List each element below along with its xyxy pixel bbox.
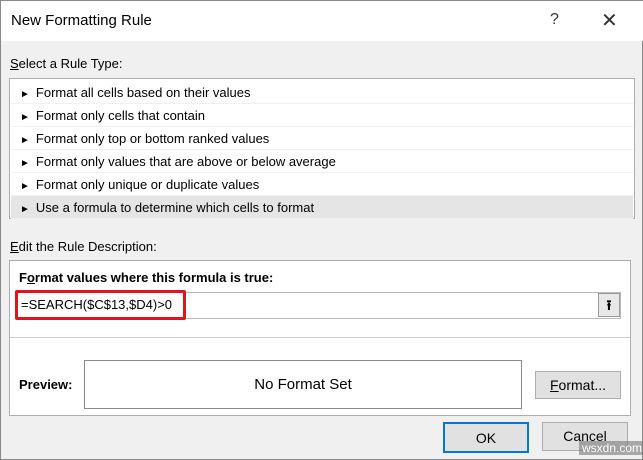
edit-description-label: Edit the Rule Description: (10, 239, 157, 254)
rule-type-item[interactable]: ► Format only unique or duplicate values (11, 173, 633, 196)
rule-type-item-label: Format all cells based on their values (35, 85, 251, 100)
help-icon[interactable]: ? (550, 11, 559, 29)
rule-type-item-label: Format only values that are above or bel… (35, 154, 336, 169)
formula-label: Format values where this formula is true… (19, 270, 273, 285)
rule-type-label-text: elect a Rule Type: (18, 56, 123, 71)
arrow-icon: ► (20, 181, 30, 192)
divider (10, 337, 630, 338)
rule-type-item-label: Format only top or bottom ranked values (35, 131, 270, 146)
preview-box: No Format Set (84, 360, 522, 409)
rule-type-item-label: Format only unique or duplicate values (35, 177, 260, 192)
formula-label-text: rmat values where this formula is true: (34, 270, 274, 285)
formula-label-accel: o (26, 270, 35, 285)
rule-type-item[interactable]: ► Use a formula to determine which cells … (11, 196, 633, 219)
arrow-icon: ► (20, 204, 30, 215)
rule-type-item[interactable]: ► Format all cells based on their values (11, 81, 633, 104)
rule-type-item[interactable]: ► Format only cells that contain (11, 104, 633, 127)
rule-type-list[interactable]: ► Format all cells based on their values ►… (9, 78, 635, 219)
close-icon[interactable]: ✕ (601, 8, 618, 33)
rule-type-label: Select a Rule Type: (10, 56, 123, 71)
watermark: wsxdn.com (579, 441, 643, 455)
arrow-icon: ► (20, 158, 30, 169)
arrow-icon: ► (20, 135, 30, 146)
highlight-box (15, 290, 186, 320)
ok-button[interactable]: OK (443, 422, 529, 453)
rule-type-label-accel: S (10, 56, 19, 71)
rule-type-item-label: Format only cells that contain (35, 108, 205, 123)
preview-label: Preview: (19, 377, 73, 392)
rule-type-item[interactable]: ► Format only top or bottom ranked values (11, 127, 633, 150)
arrow-icon: ► (20, 112, 30, 123)
arrow-icon: ► (20, 89, 30, 100)
rule-type-item[interactable]: ► Format only values that are above or be… (11, 150, 633, 173)
format-accel: F (549, 377, 559, 393)
rule-type-item-label: Use a formula to determine which cells t… (35, 200, 315, 215)
edit-label-accel: E (10, 239, 19, 254)
format-label: ormat... (558, 377, 607, 393)
formula-label-a: F (19, 270, 27, 285)
format-button[interactable]: Format... (535, 371, 621, 399)
dialog-title: New Formatting Rule (11, 12, 152, 29)
collapse-dialog-icon[interactable]: ⭱ (598, 293, 620, 317)
edit-label-text: dit the Rule Description: (18, 239, 157, 254)
